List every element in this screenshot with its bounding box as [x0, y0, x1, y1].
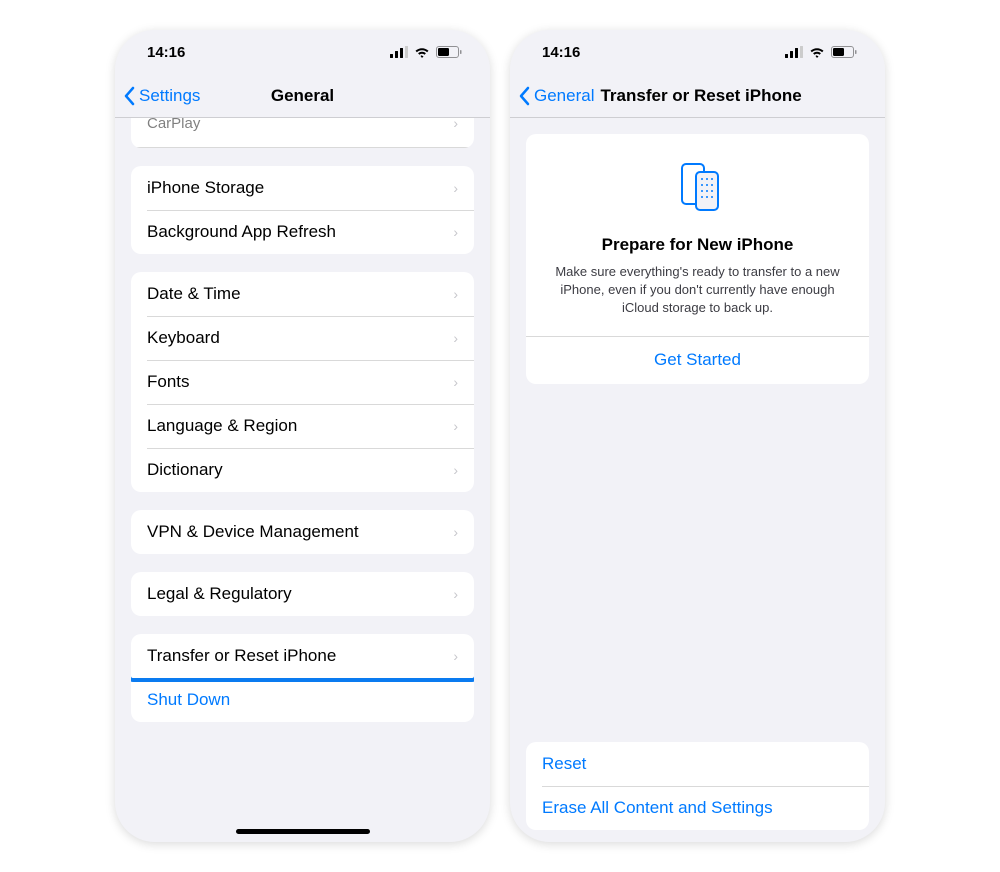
row-keyboard[interactable]: Keyboard › — [131, 316, 474, 360]
row-carplay[interactable]: CarPlay › — [131, 118, 474, 148]
group-transfer: Transfer or Reset iPhone › Shut Down — [131, 634, 474, 722]
row-dictionary[interactable]: Dictionary › — [131, 448, 474, 492]
content-left: CarPlay › iPhone Storage › Background Ap… — [115, 118, 490, 842]
status-icons — [390, 46, 462, 58]
battery-icon — [831, 46, 857, 58]
get-started-button[interactable]: Get Started — [542, 336, 853, 384]
row-fonts[interactable]: Fonts › — [131, 360, 474, 404]
cellular-icon — [785, 46, 803, 58]
status-bar: 14:16 — [510, 30, 885, 74]
chevron-right-icon: › — [453, 648, 458, 664]
group-vpn: VPN & Device Management › — [131, 510, 474, 554]
status-bar: 14:16 — [115, 30, 490, 74]
phone-right: 14:16 General Transfer or Reset iPhone — [510, 30, 885, 842]
cellular-icon — [390, 46, 408, 58]
chevron-left-icon — [518, 86, 530, 106]
row-label: VPN & Device Management — [147, 522, 359, 542]
nav-bar: General Transfer or Reset iPhone — [510, 74, 885, 118]
row-date-time[interactable]: Date & Time › — [131, 272, 474, 316]
back-button[interactable]: General — [518, 86, 594, 106]
status-icons — [785, 46, 857, 58]
row-label: CarPlay — [147, 118, 200, 132]
phone-left: 14:16 Settings General CarPlay › iPhone … — [115, 30, 490, 842]
wifi-icon — [414, 46, 430, 58]
row-vpn-device-management[interactable]: VPN & Device Management › — [131, 510, 474, 554]
row-label: Erase All Content and Settings — [542, 798, 773, 818]
row-reset[interactable]: Reset — [526, 742, 869, 786]
row-transfer-reset[interactable]: Transfer or Reset iPhone › — [131, 634, 474, 678]
row-iphone-storage[interactable]: iPhone Storage › — [131, 166, 474, 210]
home-indicator — [236, 829, 370, 834]
chevron-left-icon — [123, 86, 135, 106]
chevron-right-icon: › — [453, 118, 458, 131]
group-reset-options: Reset Erase All Content and Settings — [526, 742, 869, 830]
wifi-icon — [809, 46, 825, 58]
devices-icon — [670, 158, 726, 214]
status-time: 14:16 — [542, 44, 580, 61]
row-legal-regulatory[interactable]: Legal & Regulatory › — [131, 572, 474, 616]
group-legal: Legal & Regulatory › — [131, 572, 474, 616]
row-erase-all[interactable]: Erase All Content and Settings — [526, 786, 869, 830]
chevron-right-icon: › — [453, 374, 458, 390]
chevron-right-icon: › — [453, 180, 458, 196]
chevron-right-icon: › — [453, 586, 458, 602]
chevron-right-icon: › — [453, 330, 458, 346]
group-datetime: Date & Time › Keyboard › Fonts › Languag… — [131, 272, 474, 492]
chevron-right-icon: › — [453, 462, 458, 478]
nav-bar: Settings General — [115, 74, 490, 118]
battery-icon — [436, 46, 462, 58]
row-language-region[interactable]: Language & Region › — [131, 404, 474, 448]
row-label: Fonts — [147, 372, 190, 392]
row-label: iPhone Storage — [147, 178, 264, 198]
content-right: Prepare for New iPhone Make sure everyth… — [510, 118, 885, 842]
row-background-app-refresh[interactable]: Background App Refresh › — [131, 210, 474, 254]
row-label: Language & Region — [147, 416, 297, 436]
back-label: General — [534, 86, 594, 106]
group-storage: iPhone Storage › Background App Refresh … — [131, 166, 474, 254]
prepare-title: Prepare for New iPhone — [542, 235, 853, 255]
prepare-description: Make sure everything's ready to transfer… — [542, 263, 853, 318]
row-shut-down[interactable]: Shut Down — [131, 678, 474, 722]
chevron-right-icon: › — [453, 286, 458, 302]
chevron-right-icon: › — [453, 224, 458, 240]
nav-title: Transfer or Reset iPhone — [600, 86, 801, 106]
prepare-card: Prepare for New iPhone Make sure everyth… — [526, 134, 869, 384]
row-label: Shut Down — [147, 690, 230, 710]
row-label: Date & Time — [147, 284, 241, 304]
row-label: Transfer or Reset iPhone — [147, 646, 336, 666]
status-time: 14:16 — [147, 44, 185, 61]
row-label: Background App Refresh — [147, 222, 336, 242]
back-label: Settings — [139, 86, 200, 106]
chevron-right-icon: › — [453, 418, 458, 434]
row-label: Dictionary — [147, 460, 223, 480]
row-label: Keyboard — [147, 328, 220, 348]
chevron-right-icon: › — [453, 524, 458, 540]
back-button[interactable]: Settings — [123, 86, 200, 106]
row-label: Legal & Regulatory — [147, 584, 292, 604]
nav-title: General — [271, 86, 334, 106]
group-partial: CarPlay › — [131, 118, 474, 148]
row-label: Reset — [542, 754, 586, 774]
